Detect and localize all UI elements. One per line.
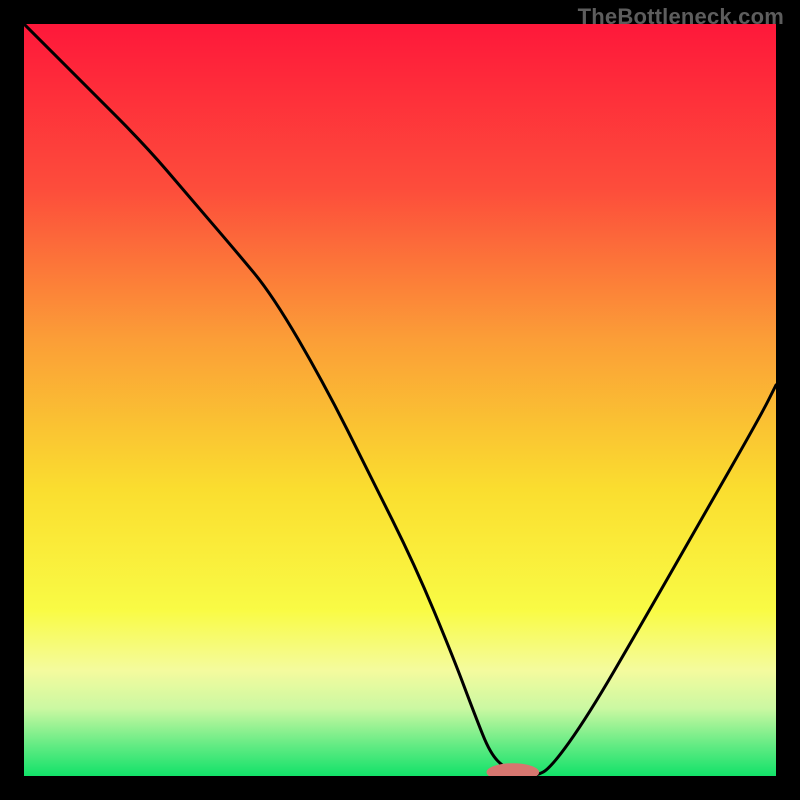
chart-frame: { "watermark": "TheBottleneck.com", "col… [0, 0, 800, 800]
bottleneck-chart [24, 24, 776, 776]
